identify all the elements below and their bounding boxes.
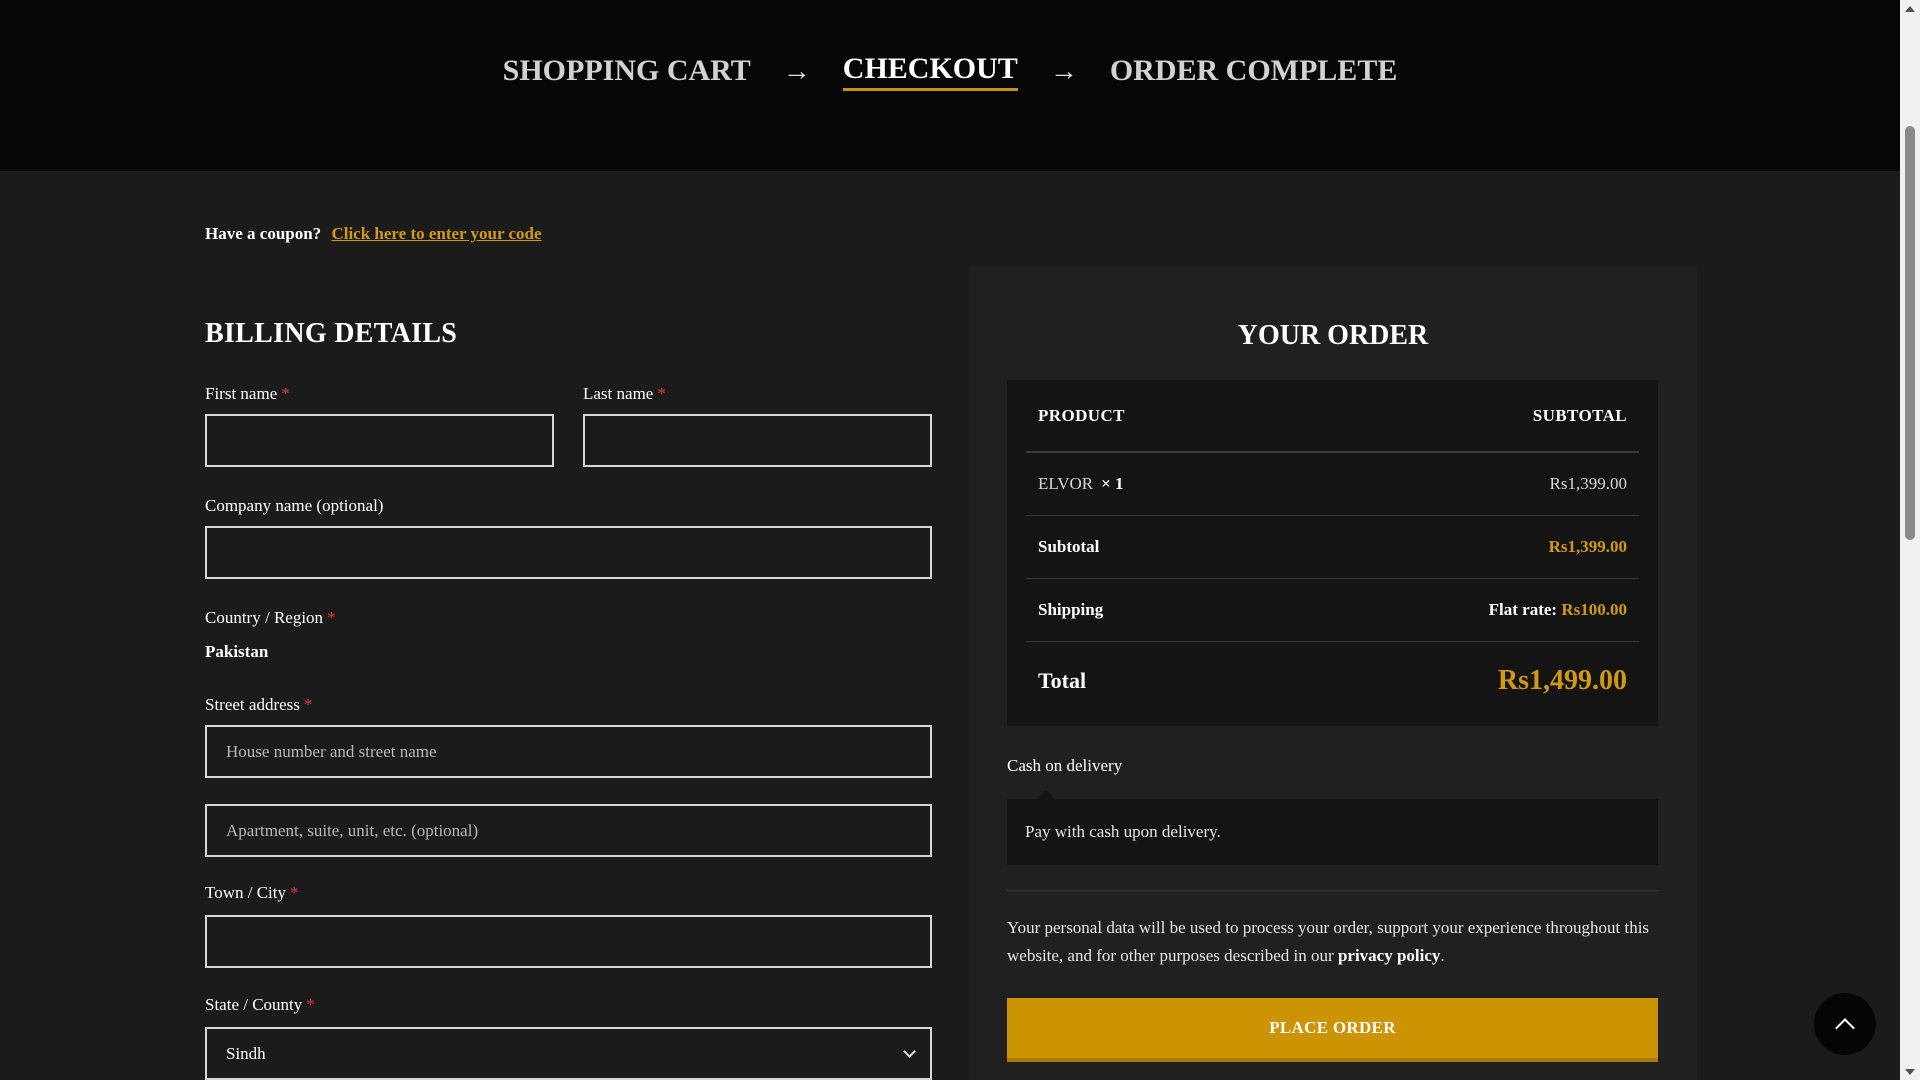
billing-details: BILLING DETAILS xyxy=(205,318,932,350)
state-label: State / County * xyxy=(205,995,315,1015)
step-arrow-icon: → xyxy=(1049,55,1078,87)
city-label-text: Town / City xyxy=(205,883,286,902)
order-title: YOUR ORDER xyxy=(1237,320,1429,351)
scrollbar-thumb[interactable] xyxy=(1905,126,1915,540)
city-label: Town / City * xyxy=(205,883,298,903)
last-name-label-text: Last name xyxy=(583,384,654,403)
checkout-steps-banner: SHOPPING CART → CHECKOUT → ORDER COMPLET… xyxy=(0,0,1900,171)
coupon-text: Have a coupon? xyxy=(205,224,322,243)
payment-description: Pay with cash upon delivery. xyxy=(1007,790,1658,865)
scroll-up-icon xyxy=(1905,5,1915,12)
street-label-text: Street address xyxy=(205,695,300,714)
order-table: PRODUCT SUBTOTAL ELVOR × 1 Rs1,399.00 Sub… xyxy=(1007,380,1658,726)
scroll-down-button[interactable] xyxy=(1900,1063,1920,1080)
street-label: Street address * xyxy=(205,695,312,715)
step-checkout[interactable]: CHECKOUT xyxy=(842,52,1018,91)
page-scrollbar[interactable] xyxy=(1900,0,1920,1080)
back-to-top-button[interactable] xyxy=(1814,993,1876,1055)
privacy-policy-link[interactable]: privacy policy xyxy=(1338,946,1440,965)
country-value: Pakistan xyxy=(205,642,269,661)
shipping-method: Flat rate: xyxy=(1488,600,1558,619)
required-mark: * xyxy=(289,883,299,902)
coupon-link[interactable]: Click here to enter your code xyxy=(331,224,541,243)
required-mark: * xyxy=(657,384,666,403)
required-mark: * xyxy=(306,995,315,1014)
subtotal-label: Subtotal xyxy=(1038,537,1100,556)
privacy-end: . xyxy=(1440,946,1445,965)
payment-method-cod[interactable]: Cash on delivery xyxy=(1007,756,1122,776)
subtotal-value: Rs1,399.00 xyxy=(1548,537,1627,556)
shipping-value-cell: Flat rate: Rs100.00 xyxy=(1489,600,1627,620)
item-quantity: × 1 xyxy=(1101,474,1124,493)
item-name-cell: ELVOR × 1 xyxy=(1038,474,1124,494)
shipping-label: Shipping xyxy=(1038,600,1104,619)
order-review-panel: YOUR ORDER PRODUCT SUBTOTAL ELVOR × 1 Rs1… xyxy=(969,260,1697,1080)
required-mark: * xyxy=(327,608,336,627)
total-label: Total xyxy=(1038,668,1087,693)
step-shopping-cart[interactable]: SHOPPING CART xyxy=(503,54,751,90)
step-arrow-icon: → xyxy=(782,55,811,87)
last-name-label: Last name * xyxy=(583,384,666,404)
checkout-steps: SHOPPING CART → CHECKOUT → ORDER COMPLET… xyxy=(0,52,1900,91)
place-order-button[interactable]: PLACE ORDER xyxy=(1007,998,1658,1058)
chevron-down-icon xyxy=(903,1044,916,1058)
order-table-header: PRODUCT SUBTOTAL xyxy=(1026,380,1639,453)
state-select-value: Sindh xyxy=(226,1043,266,1063)
step-order-complete: ORDER COMPLETE xyxy=(1109,53,1398,87)
required-mark: * xyxy=(281,384,290,403)
state-select[interactable]: Sindh xyxy=(205,1027,932,1080)
col-subtotal: SUBTOTAL xyxy=(1532,405,1627,425)
col-product: PRODUCT xyxy=(1038,405,1125,425)
scroll-down-icon xyxy=(1905,1068,1915,1075)
last-name-input[interactable] xyxy=(583,414,932,467)
checkout-page: SHOPPING CART → CHECKOUT → ORDER COMPLET… xyxy=(0,0,1920,1080)
scalloped-edge xyxy=(969,260,1697,272)
city-input[interactable] xyxy=(205,915,932,968)
first-name-label-text: First name xyxy=(205,384,278,403)
privacy-notice: Your personal data will be used to proce… xyxy=(1007,914,1658,970)
privacy-text: Your personal data will be used to proce… xyxy=(1007,918,1650,965)
chevron-up-icon xyxy=(1835,1017,1855,1038)
company-label: Company name (optional) xyxy=(205,496,384,515)
billing-title: BILLING DETAILS xyxy=(205,318,458,349)
street-address-input[interactable] xyxy=(205,725,932,778)
order-item-row: ELVOR × 1 Rs1,399.00 xyxy=(1026,453,1639,516)
total-row: Total Rs1,499.00 xyxy=(1026,642,1639,720)
shipping-row: Shipping Flat rate: Rs100.00 xyxy=(1026,579,1639,642)
subtotal-row: Subtotal Rs1,399.00 xyxy=(1026,516,1639,579)
total-value: Rs1,499.00 xyxy=(1497,665,1627,696)
scroll-up-button[interactable] xyxy=(1900,0,1920,17)
item-price: Rs1,399.00 xyxy=(1549,474,1627,493)
first-name-input[interactable] xyxy=(205,414,554,467)
country-label-text: Country / Region xyxy=(205,608,324,627)
country-label: Country / Region * xyxy=(205,608,336,628)
company-input[interactable] xyxy=(205,526,932,579)
divider xyxy=(1007,890,1658,891)
coupon-notice: Have a coupon? Click here to enter your … xyxy=(205,224,542,244)
state-label-text: State / County xyxy=(205,995,303,1014)
shipping-value: Rs100.00 xyxy=(1561,600,1627,619)
item-name: ELVOR xyxy=(1038,474,1094,493)
required-mark: * xyxy=(303,695,313,714)
apartment-input[interactable] xyxy=(205,804,932,857)
first-name-label: First name * xyxy=(205,384,290,404)
